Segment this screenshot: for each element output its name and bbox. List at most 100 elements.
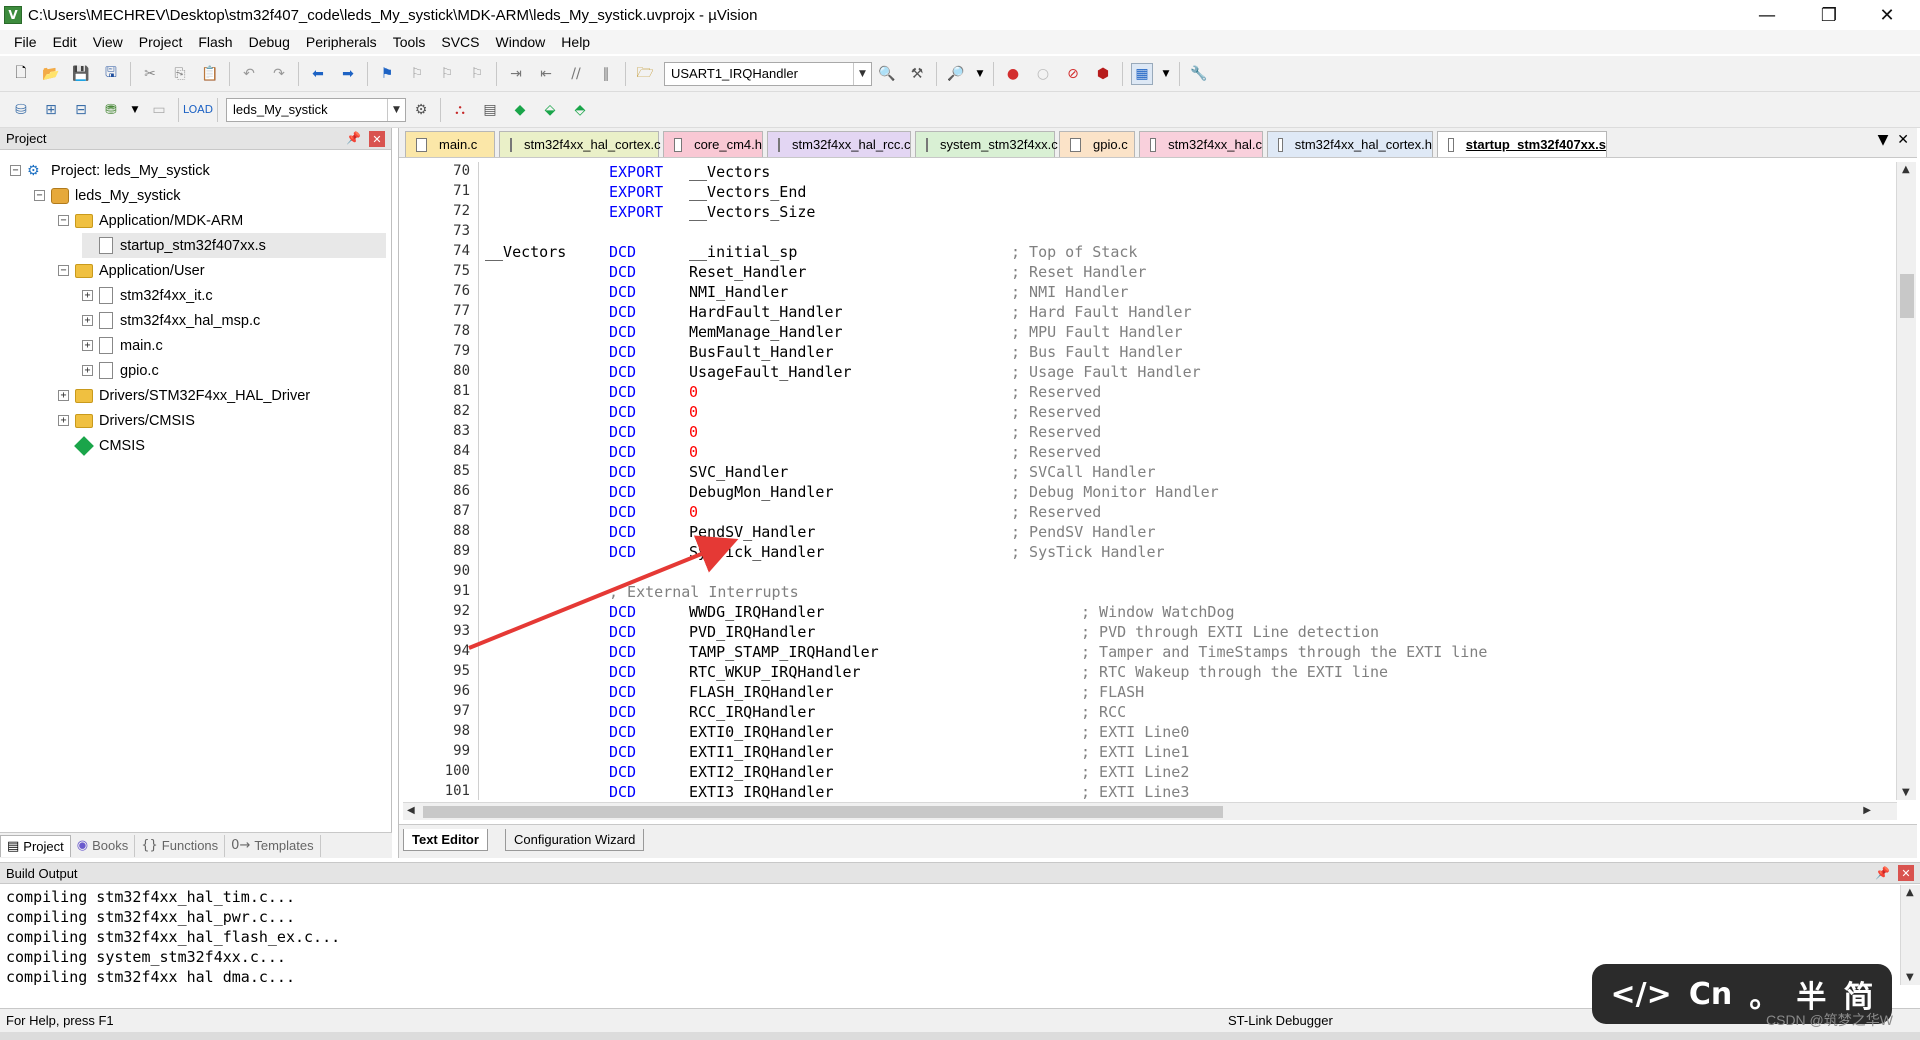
- tab-templates[interactable]: 0→ Templates: [225, 834, 321, 857]
- undo-icon[interactable]: ↶: [238, 63, 260, 85]
- stop-build-icon[interactable]: ▭: [148, 99, 170, 121]
- menu-tools[interactable]: Tools: [385, 34, 434, 50]
- close-tab-icon[interactable]: ✕: [1897, 132, 1909, 148]
- expand-icon[interactable]: +: [82, 365, 93, 376]
- scroll-down-icon[interactable]: ▼: [1902, 787, 1910, 798]
- target-combo[interactable]: leds_My_systick ▼: [226, 97, 406, 122]
- chevron-down-icon[interactable]: ▼: [1878, 132, 1889, 148]
- file-tab[interactable]: stm32f4xx_hal_cortex.h: [1267, 131, 1433, 157]
- tree-item[interactable]: startup_stm32f407xx.s: [82, 233, 386, 258]
- navigate-back-icon[interactable]: ⬅: [307, 63, 329, 85]
- incremental-find-icon[interactable]: ⚒: [906, 63, 928, 85]
- save-icon[interactable]: 💾: [70, 63, 92, 85]
- menu-file[interactable]: File: [6, 34, 45, 50]
- file-tab[interactable]: stm32f4xx_hal_cortex.c: [499, 131, 661, 157]
- expand-icon[interactable]: +: [82, 340, 93, 351]
- bookmark-icon[interactable]: ⚑: [376, 63, 398, 85]
- chevron-down-icon[interactable]: ▼: [1161, 63, 1171, 85]
- collapse-icon[interactable]: −: [10, 165, 21, 176]
- tab-functions[interactable]: {} Functions: [135, 834, 226, 857]
- menu-view[interactable]: View: [85, 34, 131, 50]
- vertical-scrollbar[interactable]: ▲ ▼: [1896, 162, 1916, 800]
- tree-item[interactable]: − ⚙ Project: leds_My_systick: [10, 158, 210, 183]
- close-panel-icon[interactable]: ✕: [1898, 865, 1914, 881]
- manage-components-icon[interactable]: ⛬: [449, 99, 471, 121]
- scroll-up-icon[interactable]: ▲: [1902, 164, 1910, 175]
- horizontal-scrollbar[interactable]: ◀ ▶: [403, 802, 1897, 820]
- pack-installer-icon[interactable]: ⬙: [539, 99, 561, 121]
- collapse-icon[interactable]: −: [58, 265, 69, 276]
- select-packs-icon[interactable]: ◆: [509, 99, 531, 121]
- disable-breakpoint-icon[interactable]: ○: [1032, 63, 1054, 85]
- tab-text-editor[interactable]: Text Editor: [403, 829, 488, 851]
- close-button[interactable]: ✕: [1864, 0, 1910, 30]
- download-load-icon[interactable]: LOAD: [183, 99, 213, 121]
- file-tab[interactable]: main.c: [405, 131, 495, 157]
- target-options-icon[interactable]: ⚙: [410, 99, 432, 121]
- file-tab[interactable]: core_cm4.h: [663, 131, 763, 157]
- file-tab[interactable]: stm32f4xx_hal.c: [1139, 131, 1263, 157]
- tree-item[interactable]: + gpio.c: [82, 358, 159, 383]
- menu-svcs[interactable]: SVCS: [433, 34, 487, 50]
- chevron-down-icon[interactable]: ▼: [853, 62, 871, 85]
- navigate-forward-icon[interactable]: ➡: [337, 63, 359, 85]
- find-in-files-icon[interactable]: 🗁: [634, 63, 656, 85]
- chevron-down-icon[interactable]: ▼: [130, 99, 140, 121]
- redo-icon[interactable]: ↷: [268, 63, 290, 85]
- clear-bookmarks-icon[interactable]: ⚐: [466, 63, 488, 85]
- find-icon[interactable]: 🔍: [876, 63, 898, 85]
- tree-item[interactable]: − leds_My_systick: [34, 183, 181, 208]
- next-bookmark-icon[interactable]: ⚐: [436, 63, 458, 85]
- scroll-right-icon[interactable]: ▶: [1863, 805, 1871, 816]
- chevron-down-icon[interactable]: ▼: [387, 98, 405, 121]
- code-icon[interactable]: </>: [1611, 977, 1672, 1012]
- collapse-icon[interactable]: −: [58, 215, 69, 226]
- build-icon[interactable]: ⊞: [40, 99, 62, 121]
- pin-icon[interactable]: 📌: [1875, 866, 1890, 880]
- tree-item[interactable]: + Drivers/STM32F4xx_HAL_Driver: [58, 383, 310, 408]
- build-output-scrollbar[interactable]: ▲ ▼: [1900, 885, 1920, 985]
- copy-icon[interactable]: ⎘: [169, 63, 191, 85]
- scroll-left-icon[interactable]: ◀: [407, 805, 415, 816]
- batch-build-icon[interactable]: ⛃: [100, 99, 122, 121]
- scroll-down-icon[interactable]: ▼: [1906, 972, 1914, 983]
- function-combo[interactable]: USART1_IRQHandler ▼: [664, 61, 872, 86]
- comment-icon[interactable]: //: [565, 63, 587, 85]
- file-extensions-icon[interactable]: ▤: [479, 99, 501, 121]
- configure-wrench-icon[interactable]: 🔧: [1188, 63, 1210, 85]
- tab-list-controls[interactable]: ▼ ✕: [1878, 132, 1909, 148]
- prev-bookmark-icon[interactable]: ⚐: [406, 63, 428, 85]
- indent-icon[interactable]: ⇥: [505, 63, 527, 85]
- tree-item[interactable]: + stm32f4xx_it.c: [82, 283, 213, 308]
- ime-language[interactable]: Cn: [1689, 977, 1732, 1012]
- run-time-environment-icon[interactable]: ⬘: [569, 99, 591, 121]
- debug-session-icon[interactable]: 🔎: [945, 63, 967, 85]
- collapse-icon[interactable]: −: [34, 190, 45, 201]
- tab-configuration-wizard[interactable]: Configuration Wizard: [505, 829, 645, 851]
- rebuild-icon[interactable]: ⊟: [70, 99, 92, 121]
- menu-edit[interactable]: Edit: [45, 34, 85, 50]
- scrollbar-thumb[interactable]: [423, 806, 1223, 818]
- close-panel-icon[interactable]: ✕: [369, 131, 385, 147]
- tree-item[interactable]: + main.c: [82, 333, 163, 358]
- tree-item[interactable]: CMSIS: [58, 433, 145, 458]
- menu-help[interactable]: Help: [553, 34, 598, 50]
- pin-icon[interactable]: 📌: [346, 131, 361, 145]
- menu-flash[interactable]: Flash: [190, 34, 240, 50]
- scroll-up-icon[interactable]: ▲: [1906, 887, 1914, 898]
- open-folder-icon[interactable]: 📂: [40, 63, 62, 85]
- scrollbar-thumb[interactable]: [1900, 274, 1914, 318]
- translate-icon[interactable]: ⛁: [10, 99, 32, 121]
- file-tab[interactable]: system_stm32f4xx.c: [915, 131, 1058, 157]
- menu-window[interactable]: Window: [488, 34, 554, 50]
- cut-icon[interactable]: ✂: [139, 63, 161, 85]
- tree-item[interactable]: − Application/User: [58, 258, 205, 283]
- code-view[interactable]: 70 71 72 73 74 75 76 77 78 79 80 81 82 83 84 85 86 87 88 89…: [403, 162, 1887, 800]
- expand-icon[interactable]: +: [82, 290, 93, 301]
- kill-all-breakpoints-icon[interactable]: ⬢: [1092, 63, 1114, 85]
- tab-project[interactable]: ▤ Project: [0, 834, 71, 857]
- chevron-down-icon[interactable]: ▼: [975, 63, 985, 85]
- expand-icon[interactable]: +: [82, 315, 93, 326]
- expand-icon[interactable]: +: [58, 390, 69, 401]
- kill-breakpoints-icon[interactable]: ⊘: [1062, 63, 1084, 85]
